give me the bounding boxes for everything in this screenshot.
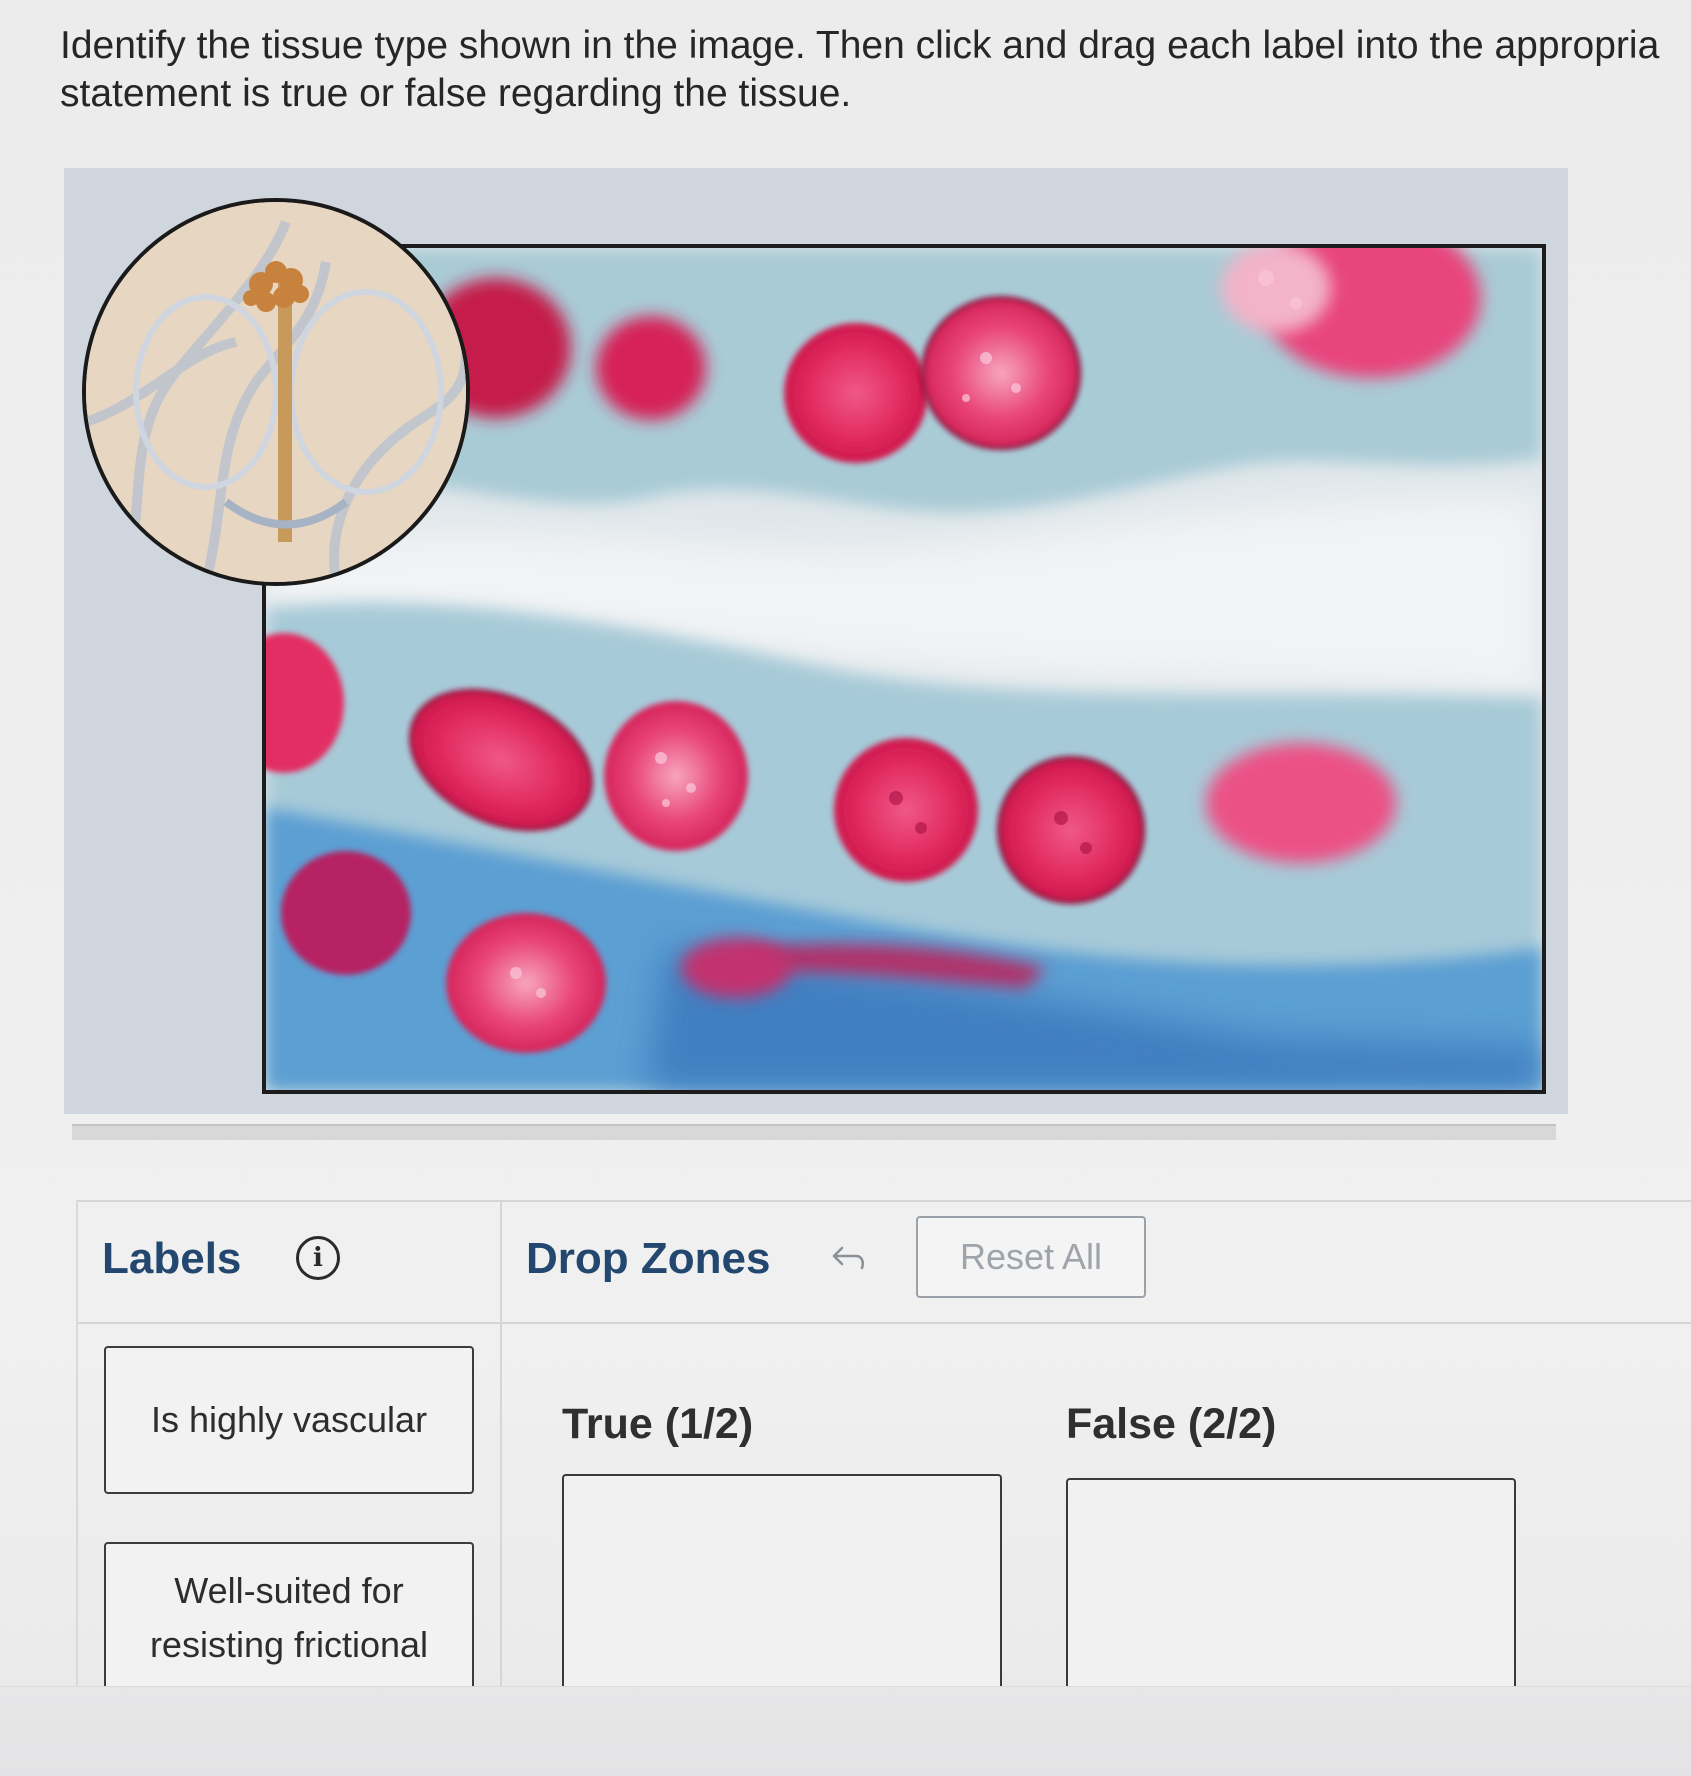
drag-drop-activity: Labels i Drop Zones Reset All Is highly …: [76, 1200, 1691, 1720]
figure-divider: [72, 1124, 1556, 1140]
question-prompt: Identify the tissue type shown in the im…: [60, 22, 1691, 118]
activity-left-border: [76, 1200, 78, 1690]
label-card-highly-vascular[interactable]: Is highly vascular: [104, 1346, 474, 1494]
drop-zones-heading: Drop Zones: [526, 1234, 771, 1283]
question-line-2: statement is true or false regarding the…: [60, 72, 852, 115]
label-card-text: Is highly vascular: [150, 1399, 428, 1440]
label-card-resisting-friction[interactable]: Well-suited for resisting frictional: [104, 1542, 474, 1702]
true-zone-title: True (1/2): [562, 1400, 754, 1448]
label-card-text: Well-suited for resisting frictional: [149, 1570, 429, 1665]
info-icon[interactable]: i: [296, 1236, 340, 1280]
false-zone-title: False (2/2): [1066, 1400, 1277, 1448]
activity-column-divider: [500, 1200, 502, 1690]
reset-all-button[interactable]: Reset All: [916, 1216, 1146, 1298]
gland-inset-illustration: [82, 198, 470, 586]
question-line-1: Identify the tissue type shown in the im…: [60, 24, 1660, 67]
true-drop-zone[interactable]: [562, 1474, 1002, 1714]
labels-heading: Labels: [102, 1234, 242, 1283]
false-drop-zone[interactable]: [1066, 1478, 1516, 1718]
page-bottom-area: [0, 1686, 1691, 1776]
undo-arrow-icon[interactable]: [828, 1244, 868, 1274]
